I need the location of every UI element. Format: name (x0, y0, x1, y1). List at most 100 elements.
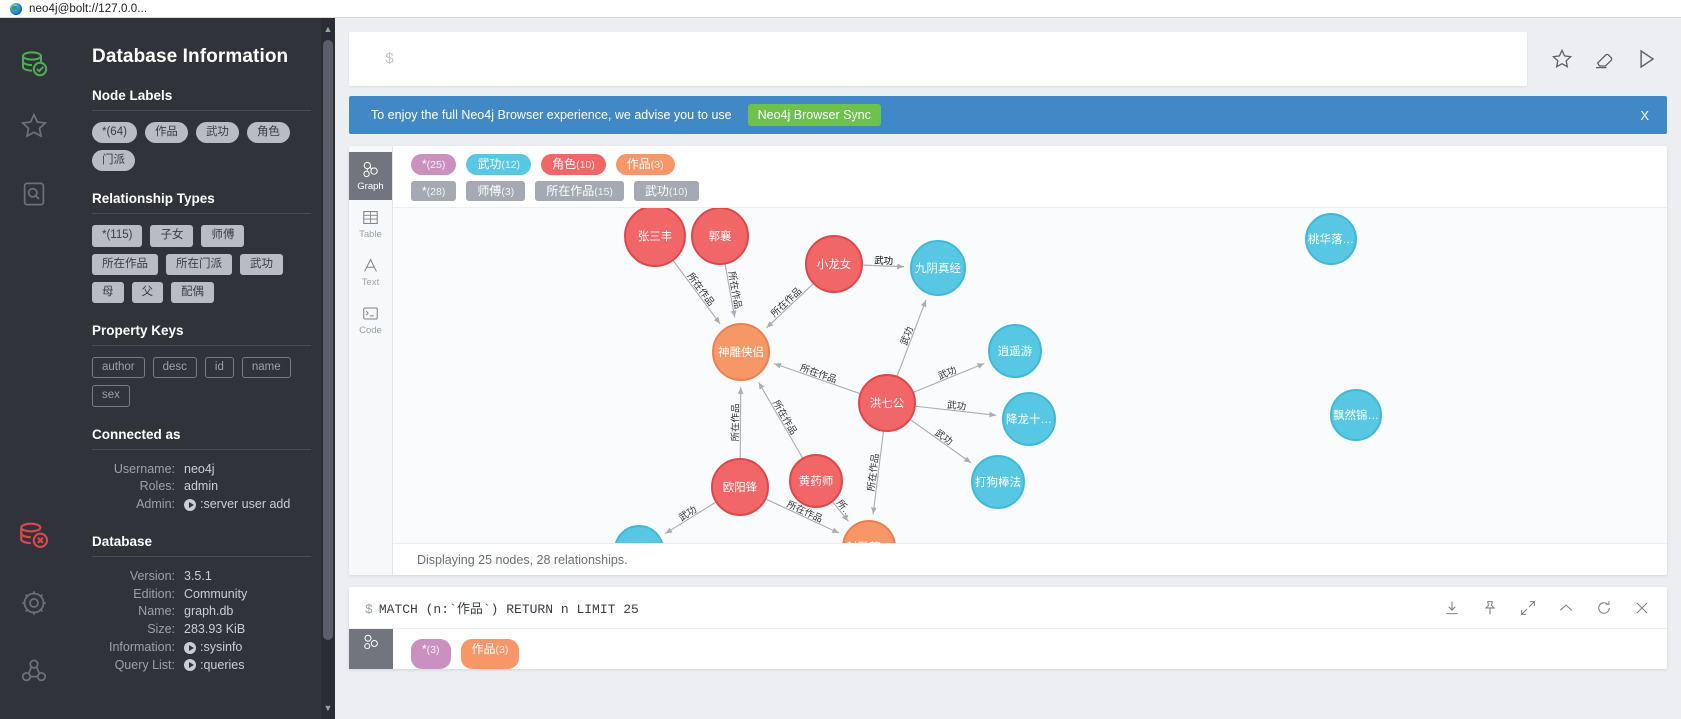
sidebar-item-about[interactable] (0, 637, 68, 705)
star-icon (20, 112, 48, 138)
graph-node-circle[interactable] (842, 520, 896, 543)
fullscreen-button[interactable] (1509, 587, 1547, 629)
notification-close-icon[interactable]: X (1636, 108, 1653, 123)
relationship-type-chip[interactable]: 所在门派 (166, 253, 232, 275)
graph-node[interactable]: 九阴真经 (910, 240, 966, 297)
legend-chip-rel[interactable]: 所在作品(15) (535, 180, 624, 202)
legend-chip-node[interactable]: 角色(10) (541, 154, 606, 175)
run-button[interactable] (1625, 32, 1667, 86)
info-row: Admin: :server user add (92, 496, 311, 514)
collapse-button[interactable] (1547, 587, 1585, 629)
relationship-type-chip[interactable]: 子女 (150, 225, 194, 247)
graph-node[interactable]: 逍遥游 (988, 324, 1042, 379)
graph-node-label: 神雕侠侣 (718, 345, 764, 359)
info-value-command[interactable]: :sysinfo (184, 639, 242, 657)
info-key: Information: (108, 639, 175, 654)
node-label-chip[interactable]: 作品 (144, 122, 188, 144)
tab-text[interactable]: Text (349, 248, 392, 296)
sidebar-item-documents[interactable] (0, 160, 68, 228)
tab-table[interactable]: Table (349, 200, 392, 248)
legend-chip-node[interactable]: 作品(3) (460, 639, 520, 669)
pin-button[interactable] (1471, 587, 1509, 629)
node-label-chip[interactable]: 门派 (92, 150, 135, 172)
favorite-button[interactable] (1541, 32, 1583, 86)
graph-node[interactable]: 小龙女 (805, 235, 863, 294)
relationship-type-chip[interactable]: *(115) (92, 225, 143, 247)
legend-label: 所在作品 (546, 183, 595, 198)
graph-node[interactable]: 神雕侠侣 (712, 323, 770, 382)
graph-node[interactable]: 黄药师 (789, 454, 843, 509)
node-label-chip[interactable]: *(64) (92, 122, 137, 144)
graph-node[interactable]: 飘然锦… (1330, 389, 1382, 442)
download-button[interactable] (1433, 587, 1471, 629)
info-value: neo4j (184, 461, 215, 476)
legend-chip-rel[interactable]: 师傅(3) (466, 180, 526, 202)
query-view-rail[interactable] (349, 629, 393, 669)
command-text: :queries (200, 657, 245, 672)
legend-chip-node[interactable]: *(3) (411, 639, 451, 669)
scrollbar-thumb[interactable] (323, 40, 333, 640)
window-title: neo4j@bolt://127.0.0... (29, 2, 148, 15)
graph-node[interactable]: 张三丰 (624, 208, 686, 268)
node-label-chip[interactable]: 角色 (246, 122, 290, 144)
graph-node[interactable] (615, 525, 663, 543)
relationship-type-chip[interactable]: 武功 (240, 253, 283, 275)
legend-chip-rel[interactable]: *(28) (411, 180, 457, 202)
query-text-container[interactable]: $ MATCH (n:`作品`) RETURN n LIMIT 25 (365, 598, 639, 617)
close-button[interactable] (1623, 587, 1661, 629)
property-key-chip[interactable]: name (241, 357, 291, 379)
clear-button[interactable] (1583, 32, 1625, 86)
graph-node-circle[interactable] (615, 525, 663, 543)
drawer-scrollbar[interactable]: ▲ ▼ (321, 18, 335, 719)
cypher-editor[interactable]: $ (349, 32, 1527, 86)
legend-count: (3) (495, 644, 509, 656)
node-label-chip[interactable]: 武功 (195, 122, 239, 144)
favorite-icon (1551, 48, 1573, 68)
connected-as-rows: Username: neo4j Roles: admin Admin: :ser… (92, 461, 311, 514)
window-titlebar: neo4j@bolt://127.0.0... (0, 0, 1681, 18)
graph-node[interactable]: 洪七公 (858, 374, 916, 433)
property-key-chip[interactable]: desc (152, 357, 197, 379)
relationship-types-chips: *(115) 子女 师傅 所在作品 所在门派 武功 母 父 配偶 (92, 225, 311, 304)
info-key: Username: (113, 461, 175, 476)
scroll-up-icon[interactable]: ▲ (321, 20, 335, 38)
sidebar-item-database[interactable] (0, 36, 68, 92)
rerun-button[interactable] (1585, 587, 1623, 629)
relationship-type-chip[interactable]: 所在作品 (92, 253, 158, 275)
relationship-type-chip[interactable]: 配偶 (171, 281, 214, 304)
property-key-chip[interactable]: author (92, 357, 145, 379)
relationship-type-chip[interactable]: 父 (131, 281, 163, 304)
sidebar-item-disconnect[interactable] (0, 501, 68, 569)
info-row: Username: neo4j (92, 461, 311, 479)
relationship-type-chip[interactable]: 师傅 (201, 225, 245, 247)
graph-node[interactable]: 欧阳锋 (711, 458, 769, 517)
legend-chip-node[interactable]: *(25) (411, 154, 457, 175)
info-value-command[interactable]: :server user add (184, 496, 290, 514)
graph-edge-label: 所在作品 (685, 271, 717, 309)
notification-bar: To enjoy the full Neo4j Browser experien… (349, 96, 1667, 134)
graph-canvas[interactable]: 所在作品 所在作品 所在作品 武功 武功 武功 武功 武功 武功 所在作品 所在作品 所在作品 所在作品… (393, 208, 1667, 543)
legend-chip-node[interactable]: 武功(12) (466, 154, 532, 175)
sidebar-item-favorites[interactable] (0, 92, 68, 160)
scroll-down-icon[interactable]: ▼ (321, 699, 335, 717)
graph-node[interactable]: 降龙十… (1002, 392, 1056, 447)
graph-node[interactable]: 打狗棒法 (971, 455, 1025, 510)
sidebar-item-settings[interactable] (0, 569, 68, 637)
property-key-chip[interactable]: sex (92, 385, 130, 407)
page-title: Database Information (92, 46, 289, 67)
legend-chip-node[interactable]: 作品(3) (615, 154, 675, 175)
graph-node-label: 降龙十… (1006, 412, 1052, 426)
legend-chip-rel[interactable]: 武功(10) (633, 180, 699, 202)
info-value-command[interactable]: :queries (184, 657, 244, 675)
tab-graph[interactable]: Graph (349, 152, 392, 200)
legend-label: 作品 (626, 157, 651, 171)
relationship-type-chip[interactable]: 母 (92, 281, 124, 304)
graph-node[interactable]: 射雕英… (842, 520, 896, 543)
query-text: MATCH (n:`作品`) RETURN n LIMIT 25 (378, 602, 639, 617)
browser-sync-button[interactable]: Neo4j Browser Sync (747, 104, 881, 126)
property-key-chip[interactable]: id (204, 357, 234, 379)
tab-code[interactable]: Code (349, 296, 392, 344)
info-row: Edition: Community (92, 586, 311, 604)
graph-node[interactable]: 桃华落… (1305, 213, 1357, 266)
graph-node[interactable]: 郭襄 (691, 208, 749, 266)
